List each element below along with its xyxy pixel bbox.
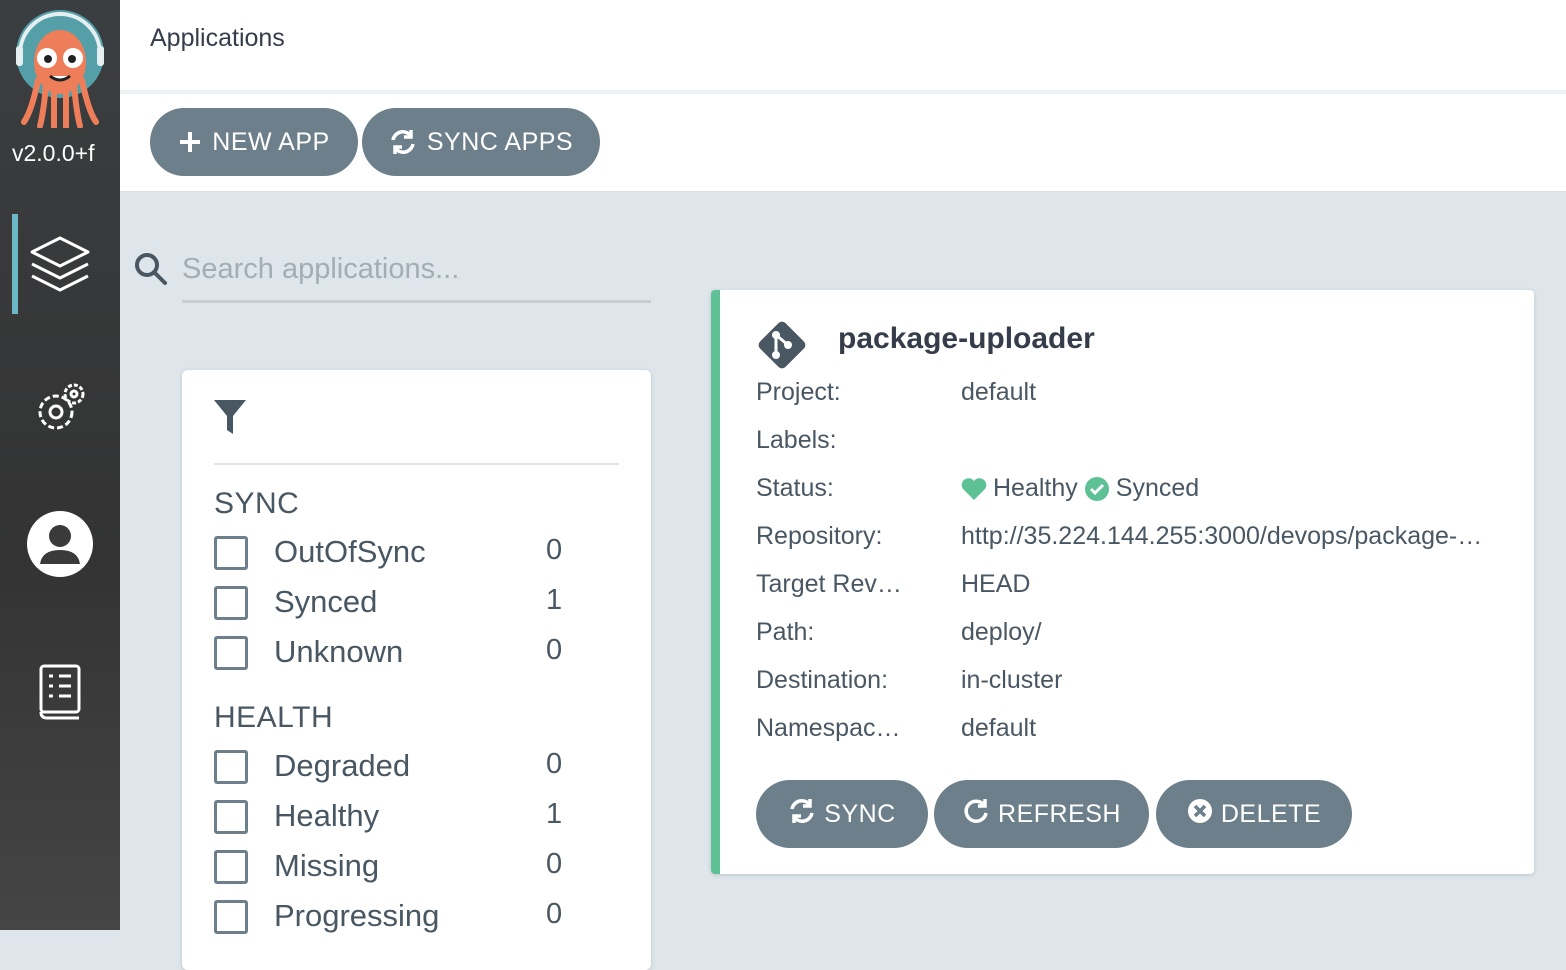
filter-label: Missing [274, 848, 380, 883]
heart-icon [961, 477, 987, 501]
filter-divider [214, 463, 619, 465]
status-label: Status: [756, 474, 834, 502]
search-input[interactable] [182, 238, 651, 303]
argo-logo[interactable] [14, 10, 106, 131]
checkbox[interactable] [214, 636, 248, 670]
filter-icon[interactable] [214, 400, 246, 439]
target-revision-value: HEAD [961, 570, 1031, 598]
filter-count: 1 [546, 798, 563, 830]
status-value: Healthy Synced [961, 474, 1199, 503]
project-label: Project: [756, 378, 841, 406]
namespace-value: default [961, 714, 1037, 742]
nav-documentation[interactable] [0, 642, 120, 742]
version-label: v2.0.0+f [12, 140, 95, 166]
sync-apps-button[interactable]: SYNC APPS [362, 108, 600, 176]
filter-item-synced[interactable]: Synced 1 [214, 584, 614, 628]
project-value: default [961, 378, 1037, 406]
nav-applications[interactable] [0, 214, 120, 314]
delete-label: DELETE [1220, 799, 1322, 828]
nav-settings[interactable] [0, 358, 120, 458]
filter-panel: SYNC OutOfSync 0 Synced 1 Unknown 0 HEAL… [182, 370, 651, 970]
sync-icon [389, 128, 417, 156]
user-icon [26, 510, 94, 578]
top-bar: Applications [120, 0, 1566, 94]
checkbox[interactable] [214, 536, 248, 570]
filter-label: OutOfSync [274, 534, 426, 569]
filter-label: Unknown [274, 634, 404, 669]
nav-user-info[interactable] [0, 494, 120, 594]
times-circle-icon [1187, 798, 1213, 831]
check-circle-icon [1084, 476, 1110, 502]
plus-icon [178, 130, 202, 154]
filter-section-title-sync: SYNC [214, 487, 300, 520]
filter-count: 0 [546, 634, 563, 666]
sync-apps-label: SYNC APPS [426, 127, 574, 156]
repository-value: http://35.224.144.255:3000/devops/packag… [961, 522, 1483, 550]
new-app-label: NEW APP [212, 127, 330, 156]
filter-item-degraded[interactable]: Degraded 0 [214, 748, 614, 792]
sync-status: Synced [1115, 474, 1200, 502]
destination-label: Destination: [756, 666, 889, 694]
target-revision-label: Target Rev… [756, 570, 902, 598]
filter-count: 0 [546, 848, 563, 880]
filter-label: Healthy [274, 798, 380, 833]
filter-item-outofsync[interactable]: OutOfSync 0 [214, 534, 614, 578]
toolbar: NEW APP SYNC APPS [120, 94, 1566, 192]
app-card[interactable]: package-uploader Project: default Labels… [711, 290, 1534, 874]
path-value: deploy/ [961, 618, 1042, 646]
gears-icon [30, 378, 90, 438]
layers-icon [28, 232, 92, 296]
filter-count: 0 [546, 898, 563, 930]
sync-label: SYNC [824, 799, 896, 828]
docs-icon [37, 662, 83, 722]
redo-icon [962, 797, 990, 832]
filter-count: 0 [546, 748, 563, 780]
search-icon [134, 252, 168, 291]
sidebar: v2.0.0+f [0, 0, 120, 930]
refresh-label: REFRESH [998, 799, 1121, 828]
checkbox[interactable] [214, 900, 248, 934]
filter-item-progressing[interactable]: Progressing 0 [214, 898, 614, 942]
filter-item-missing[interactable]: Missing 0 [214, 848, 614, 892]
checkbox[interactable] [214, 800, 248, 834]
filter-count: 0 [546, 534, 563, 566]
filter-item-unknown[interactable]: Unknown 0 [214, 634, 614, 678]
filter-section-title-health: HEALTH [214, 701, 334, 734]
new-app-button[interactable]: NEW APP [150, 108, 358, 176]
destination-value: in-cluster [961, 666, 1063, 694]
delete-button[interactable]: DELETE [1156, 780, 1352, 848]
sync-icon [788, 797, 816, 832]
page-title: Applications [150, 24, 285, 52]
filter-item-healthy[interactable]: Healthy 1 [214, 798, 614, 842]
filter-count: 1 [546, 584, 563, 616]
filter-label: Synced [274, 584, 378, 619]
checkbox[interactable] [214, 850, 248, 884]
filter-label: Progressing [274, 898, 440, 933]
path-label: Path: [756, 618, 815, 646]
git-icon [756, 319, 808, 376]
sync-button[interactable]: SYNC [756, 780, 928, 848]
checkbox[interactable] [214, 750, 248, 784]
app-name[interactable]: package-uploader [838, 322, 1095, 356]
namespace-label: Namespac… [756, 714, 901, 742]
checkbox[interactable] [214, 586, 248, 620]
labels-label: Labels: [756, 426, 837, 454]
refresh-button[interactable]: REFRESH [934, 780, 1149, 848]
filter-label: Degraded [274, 748, 411, 783]
health-status: Healthy [993, 474, 1078, 502]
repository-label: Repository: [756, 522, 883, 550]
